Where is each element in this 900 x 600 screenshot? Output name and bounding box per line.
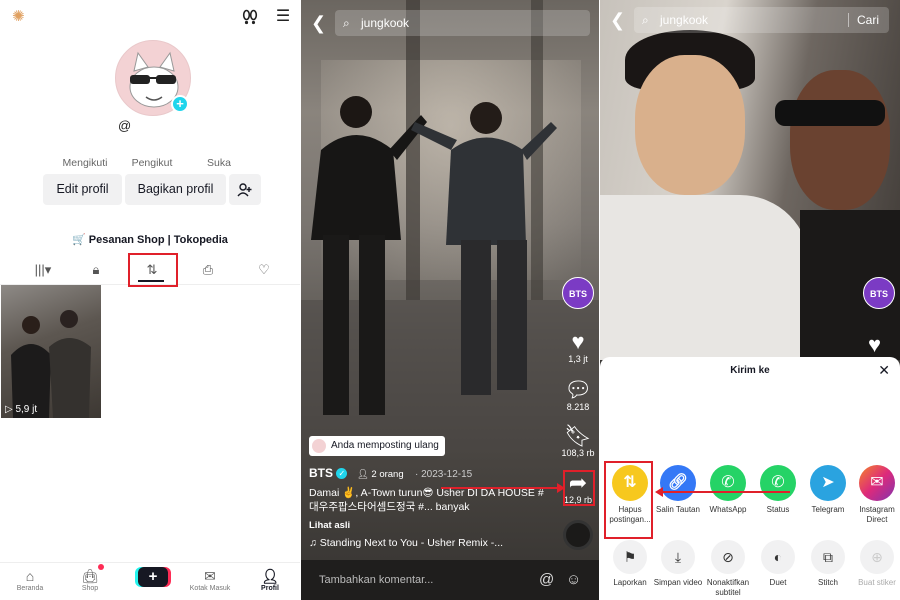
shop-orders-link[interactable]: 🛒 Pesanan Shop | Tokopedia	[0, 233, 300, 246]
comment-input[interactable]: Tambahkan komentar...	[301, 560, 599, 600]
person-right	[790, 70, 890, 210]
tab-private-lock-icon[interactable]: 🔒︎	[84, 260, 108, 280]
stitch-button[interactable]: ⧉ Stitch	[800, 540, 856, 588]
sunglasses	[775, 100, 885, 126]
subtitles-icon: ⊘	[711, 540, 745, 574]
post-date: · 2023-12-15	[414, 469, 473, 480]
save-video-button[interactable]: ⤓ Simpan video	[650, 540, 706, 588]
repost-avatar	[312, 439, 326, 453]
creator-avatar[interactable]: BTS	[562, 277, 594, 309]
sheet-title: Kirim ke	[730, 365, 770, 376]
repost-notice: Anda memposting ulang	[309, 436, 445, 456]
tab-liked-icon[interactable]: ♡	[252, 260, 276, 280]
home-icon: ⌂	[25, 568, 35, 584]
edit-profile-button[interactable]: Edit profil	[43, 174, 122, 205]
thumbnail-views: ▷ 5,9 jt	[5, 404, 38, 415]
duet-icon: ◐	[761, 540, 795, 574]
back-button[interactable]: ❮	[311, 10, 326, 36]
people-tag[interactable]: 👤︎ 2 orang	[357, 469, 404, 480]
music-disc-icon[interactable]	[563, 520, 593, 550]
menu-icon[interactable]: ☰	[273, 8, 293, 26]
telegram-button[interactable]: ➤ Telegram	[800, 465, 856, 515]
create-sticker-button[interactable]: ⊕ Buat stiker	[849, 540, 900, 588]
highlight-remove-repost	[604, 461, 653, 539]
close-icon[interactable]: ✕	[878, 362, 890, 379]
heart-icon: ♥	[571, 329, 585, 354]
tab-saved-icon[interactable]: ⎙	[196, 260, 220, 280]
link-icon: 🔗︎	[660, 465, 696, 501]
add-photo-icon[interactable]: +	[171, 95, 189, 113]
nav-shop[interactable]: 👜︎ Shop	[60, 567, 120, 592]
sparkle-icon[interactable]: ✺	[12, 9, 28, 25]
following-label[interactable]: Mengikuti	[50, 157, 120, 169]
whatsapp-icon: ✆	[710, 465, 746, 501]
tab-videos[interactable]: |||▾	[28, 260, 58, 280]
shop-bag-icon: 👜︎	[81, 568, 99, 584]
status-icon: ✆	[760, 465, 796, 501]
likes-label: Suka	[207, 157, 231, 169]
search-input[interactable]: ⌕ jungkook	[335, 10, 590, 36]
favorite-button[interactable]: 🔖︎ 108,3 rb	[558, 423, 598, 459]
username-handle: @	[118, 118, 132, 133]
verified-icon: ✓	[336, 468, 348, 480]
reposted-video-thumbnail[interactable]: ▷ 5,9 jt	[1, 285, 101, 418]
video-panel: ❮ ⌕ jungkook BTS ♥ 1,3 jt 💬︎ 8.218 🔖︎ 108,3 …	[301, 0, 599, 600]
like-button[interactable]: ♥ 1,3 jt	[558, 329, 598, 365]
add-user-icon	[237, 182, 253, 197]
music-info[interactable]: ♫ Standing Next to You - Usher Remix -..…	[309, 537, 503, 549]
highlight-reposts-tab	[128, 253, 178, 287]
flag-icon: ⚑	[613, 540, 647, 574]
instagram-direct-button[interactable]: ✉ Instagram Direct	[849, 465, 900, 525]
shop-link-label: Pesanan Shop | Tokopedia	[88, 234, 228, 246]
disable-subtitles-button[interactable]: ⊘ Nonaktifkan subtitel	[700, 540, 756, 598]
profile-icon: 👤︎	[261, 568, 279, 584]
cart-icon: 🛒	[72, 234, 86, 246]
footprints-icon[interactable]	[240, 8, 260, 26]
telegram-icon: ➤	[810, 465, 846, 501]
share-sheet-panel: ❮ ⌕ jungkook Cari BTS ♥ Kirim ke ✕ ⇅ Hapus…	[600, 0, 900, 600]
profile-panel: ✺ ☰ + @ Mengikuti Pengikut Suka Edit pro…	[0, 0, 300, 600]
search-icon: ⌕	[343, 16, 350, 30]
creator-avatar-2[interactable]: BTS	[863, 277, 895, 309]
comment-icon: 💬︎	[564, 377, 592, 402]
nav-home[interactable]: ⌂ Beranda	[0, 567, 60, 592]
see-original-link[interactable]: Lihat asli	[309, 520, 350, 531]
status-button[interactable]: ✆ Status	[750, 465, 806, 515]
sticker-icon: ⊕	[860, 540, 894, 574]
arrow-head	[557, 483, 565, 493]
comment-button[interactable]: 💬︎ 8.218	[558, 377, 598, 413]
share-profile-button[interactable]: Bagikan profil	[125, 174, 226, 205]
download-icon: ⤓	[661, 540, 695, 574]
whatsapp-button[interactable]: ✆ WhatsApp	[700, 465, 756, 515]
highlight-share-button	[563, 470, 595, 506]
search-input-2[interactable]: ⌕ jungkook Cari	[634, 7, 889, 33]
bookmark-icon: 🔖︎	[564, 423, 592, 448]
back-button-2[interactable]: ❮	[610, 7, 625, 33]
nav-profile[interactable]: 👤︎ Profil	[240, 567, 300, 592]
shop-notification-dot	[98, 564, 104, 570]
video-author[interactable]: BTS ✓ 👤︎ 2 orang · 2023-12-15	[309, 466, 472, 480]
create-post-button[interactable]: +	[138, 567, 168, 587]
heart-icon-2[interactable]: ♥	[868, 332, 881, 358]
inbox-icon: ✉	[204, 568, 216, 584]
duet-button[interactable]: ◐ Duet	[750, 540, 806, 588]
emoji-icon[interactable]: ☺	[566, 571, 581, 588]
stitch-icon: ⧉	[811, 540, 845, 574]
followers-label[interactable]: Pengikut	[117, 157, 187, 169]
search-icon-2: ⌕	[642, 13, 649, 27]
share-sheet: Kirim ke ✕ ⇅ Hapus postingan... 🔗︎ Salin T…	[600, 357, 900, 600]
arrow-head-2	[655, 487, 663, 497]
video-caption[interactable]: Damai ✌️, A-Town turun😎 Usher DI DA HOUS…	[309, 486, 549, 514]
messenger-icon: ✉	[859, 465, 895, 501]
search-submit-button[interactable]: Cari	[847, 13, 879, 27]
nav-inbox[interactable]: ✉ Kotak Masuk	[180, 567, 240, 592]
arrow-to-remove-repost	[662, 491, 790, 493]
add-friend-button[interactable]	[229, 174, 261, 205]
mention-icon[interactable]: @	[539, 571, 554, 588]
person-left	[635, 55, 745, 195]
